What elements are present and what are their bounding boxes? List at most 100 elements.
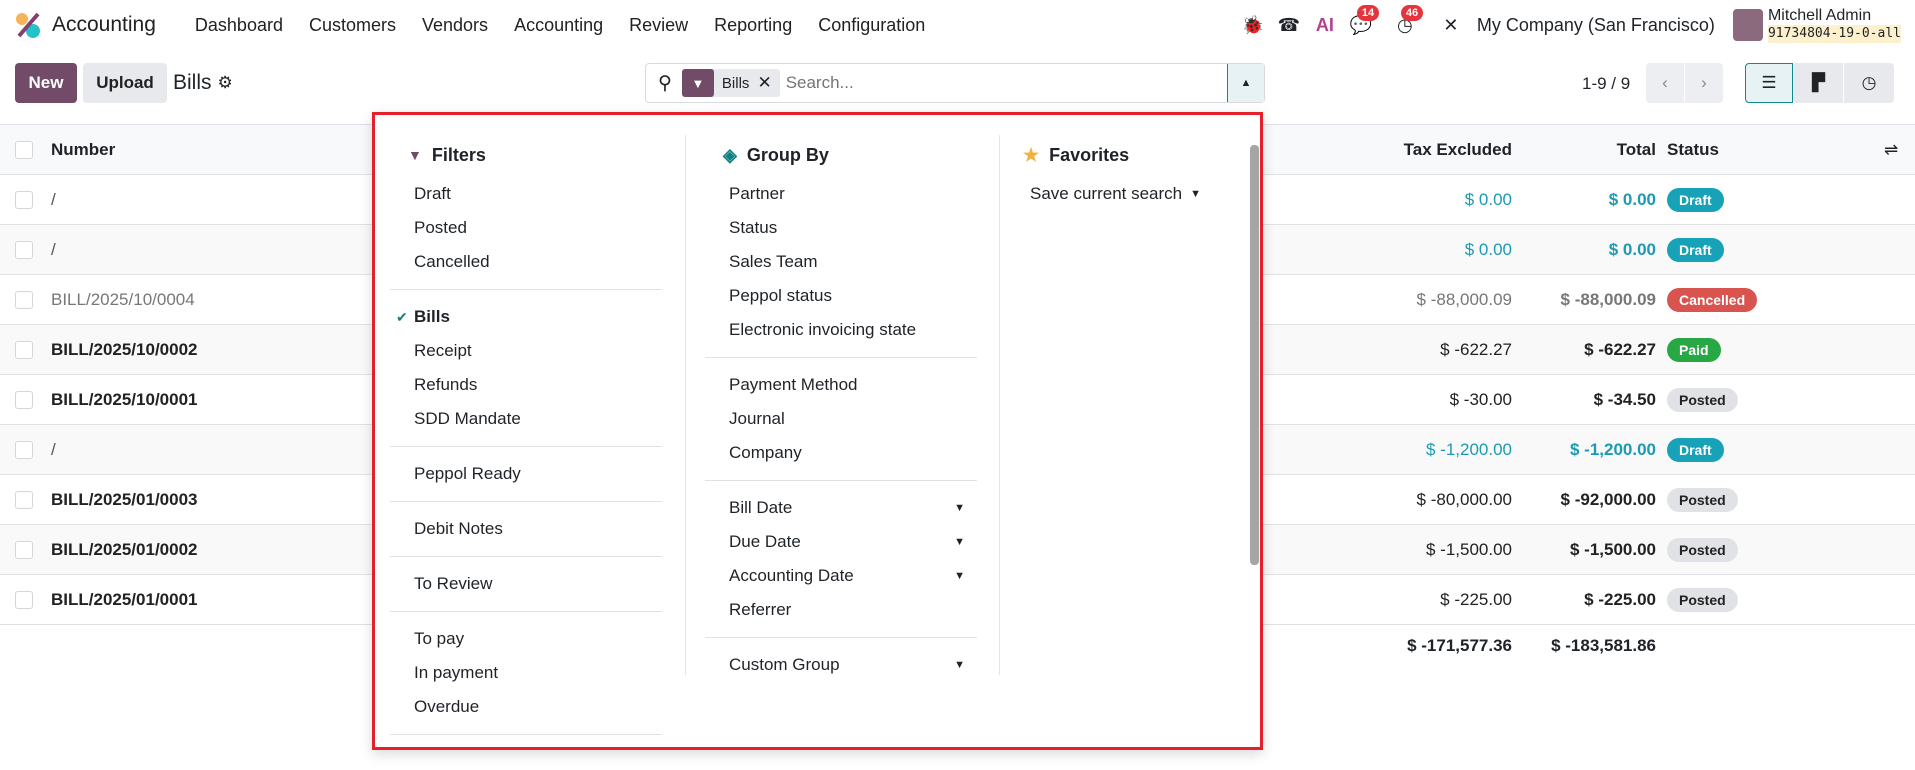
menu-item-configuration[interactable]: Configuration <box>805 15 938 36</box>
dropdown-scrollbar[interactable] <box>1250 135 1259 705</box>
divider <box>390 611 662 612</box>
gear-icon[interactable]: ⚙ <box>218 73 233 93</box>
column-total[interactable]: Total <box>1617 125 1656 175</box>
select-all-checkbox[interactable] <box>15 141 33 159</box>
activity-view-button[interactable]: ◷ <box>1844 63 1894 103</box>
menu-item-accounting[interactable]: Accounting <box>501 15 616 36</box>
row-checkbox[interactable] <box>15 241 33 259</box>
groupby-option-company[interactable]: Company <box>705 436 977 470</box>
menu-item-dashboard[interactable]: Dashboard <box>182 15 296 36</box>
filters-option-posted[interactable]: Posted <box>390 211 662 245</box>
messages-icon[interactable]: 💬 14 <box>1343 4 1380 36</box>
app-brand[interactable]: Accounting <box>14 11 156 39</box>
avatar[interactable] <box>1732 9 1763 41</box>
search-input[interactable] <box>785 73 1227 93</box>
menu-item-review[interactable]: Review <box>616 15 701 36</box>
company-switcher[interactable]: My Company (San Francisco) <box>1477 15 1715 36</box>
caret-down-icon[interactable]: ▼ <box>954 659 965 671</box>
bill-number: BILL/2025/01/0002 <box>51 540 198 559</box>
filters-option-peppol-ready[interactable]: Peppol Ready <box>390 457 662 491</box>
ai-icon[interactable]: AI <box>1307 15 1343 36</box>
groupby-option-sales-team[interactable]: Sales Team <box>705 245 977 279</box>
column-number[interactable]: Number <box>51 125 115 175</box>
row-checkbox[interactable] <box>15 341 33 359</box>
groupby-option-partner[interactable]: Partner <box>705 177 977 211</box>
messages-badge: 14 <box>1356 4 1380 21</box>
groupby-option-status[interactable]: Status <box>705 211 977 245</box>
row-checkbox[interactable] <box>15 541 33 559</box>
row-checkbox[interactable] <box>15 591 33 609</box>
filters-option-receipt[interactable]: Receipt <box>390 334 662 368</box>
toggle-search-panel-button[interactable]: ▲ <box>1227 64 1264 102</box>
groupby-option-peppol-status[interactable]: Peppol status <box>705 279 977 313</box>
groupby-option-accounting-date[interactable]: Accounting Date ▼ <box>705 559 977 593</box>
caret-down-icon[interactable]: ▼ <box>954 502 965 514</box>
total: $ 0.00 <box>1608 240 1656 259</box>
row-checkbox[interactable] <box>15 191 33 209</box>
pager-value[interactable]: 1-9 / 9 <box>1582 74 1630 94</box>
filters-option-debit-notes[interactable]: Debit Notes <box>390 512 662 546</box>
filters-option-sdd-mandate[interactable]: SDD Mandate <box>390 402 662 436</box>
user-name[interactable]: Mitchell Admin <box>1768 7 1901 25</box>
filters-option-in-payment[interactable]: In payment <box>390 656 662 690</box>
page-title: Bills <box>173 71 212 94</box>
remove-facet-icon[interactable]: ✕ <box>757 73 779 93</box>
groupby-option-due-date[interactable]: Due Date ▼ <box>705 525 977 559</box>
debug-icon[interactable]: 🐞 <box>1235 15 1271 36</box>
row-checkbox[interactable] <box>15 441 33 459</box>
group-by-section: ◈ Group By Partner Status Sales Team Peppol … <box>705 135 977 682</box>
optional-columns-icon[interactable]: ⇌ <box>1884 125 1898 175</box>
menu-item-customers[interactable]: Customers <box>296 15 409 36</box>
pager-next-button[interactable]: › <box>1685 63 1723 103</box>
filters-option-bills[interactable]: ✔ Bills <box>390 300 662 334</box>
groupby-option-payment-method[interactable]: Payment Method <box>705 368 977 402</box>
caret-down-icon[interactable]: ▼ <box>954 536 965 548</box>
menu-item-vendors[interactable]: Vendors <box>409 15 501 36</box>
filters-option-to-pay[interactable]: To pay <box>390 622 662 656</box>
row-checkbox[interactable] <box>15 391 33 409</box>
filters-option-draft[interactable]: Draft <box>390 177 662 211</box>
menu-item-reporting[interactable]: Reporting <box>701 15 805 36</box>
divider <box>390 501 662 502</box>
groupby-option-journal[interactable]: Journal <box>705 402 977 436</box>
groupby-option-bill-date[interactable]: Bill Date ▼ <box>705 491 977 525</box>
status-badge: Posted <box>1667 588 1738 612</box>
total: $ -92,000.00 <box>1560 490 1656 509</box>
status-badge: Posted <box>1667 538 1738 562</box>
status-badge: Draft <box>1667 238 1724 262</box>
save-current-search[interactable]: Save current search ▼ <box>1023 177 1213 211</box>
groupby-option-custom-group[interactable]: Custom Group ▼ <box>705 648 977 682</box>
upload-button[interactable]: Upload <box>83 63 167 103</box>
row-checkbox[interactable] <box>15 291 33 309</box>
kanban-view-button[interactable]: ▛ <box>1794 63 1843 103</box>
activities-icon[interactable]: ◷ 46 <box>1387 4 1424 36</box>
total: $ -622.27 <box>1584 340 1656 359</box>
divider <box>705 357 977 358</box>
filters-option-to-review[interactable]: To Review <box>390 567 662 601</box>
settings-tools-icon[interactable]: ✕ <box>1433 15 1469 36</box>
new-button[interactable]: New <box>15 63 77 103</box>
total: $ -225.00 <box>1584 590 1656 609</box>
tax-excluded: $ -30.00 <box>1449 390 1512 409</box>
divider <box>705 637 977 638</box>
filters-option-overdue[interactable]: Overdue <box>390 690 662 724</box>
column-status[interactable]: Status <box>1667 125 1719 175</box>
groupby-option-referrer[interactable]: Referrer <box>705 593 977 627</box>
row-checkbox[interactable] <box>15 491 33 509</box>
search-icon: ⚲ <box>658 72 672 94</box>
total: $ 0.00 <box>1608 190 1656 209</box>
status-badge: Draft <box>1667 438 1724 462</box>
column-tax-excluded[interactable]: Tax Excluded <box>1404 125 1512 175</box>
tax-excluded: $ 0.00 <box>1464 240 1512 259</box>
groupby-option-electronic-invoicing-state[interactable]: Electronic invoicing state <box>705 313 977 347</box>
pager-previous-button[interactable]: ‹ <box>1646 63 1684 103</box>
filters-option-refunds[interactable]: Refunds <box>390 368 662 402</box>
phone-icon[interactable]: ☎ <box>1271 15 1307 36</box>
status-badge: Draft <box>1667 188 1724 212</box>
filters-option-cancelled[interactable]: Cancelled <box>390 245 662 279</box>
divider <box>390 289 662 290</box>
caret-down-icon[interactable]: ▼ <box>954 570 965 582</box>
list-view-button[interactable]: ☰ <box>1745 63 1793 103</box>
bill-number: / <box>51 440 56 459</box>
status-badge: Cancelled <box>1667 288 1758 312</box>
